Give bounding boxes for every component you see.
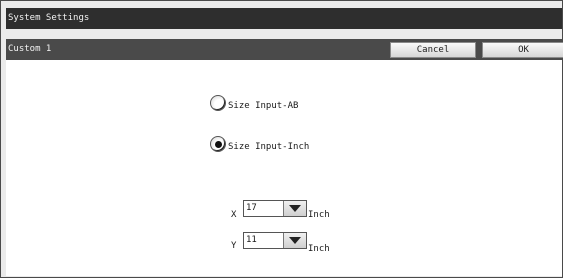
y-value: 11 [246,235,257,245]
chevron-down-icon[interactable] [283,233,306,248]
radio-label-ab: Size Input-AB [228,101,299,111]
x-unit: Inch [308,210,330,220]
window-title: System Settings [6,8,562,29]
x-select[interactable]: 17 [243,200,307,217]
y-select[interactable]: 11 [243,232,307,249]
y-unit: Inch [308,244,330,254]
cancel-button[interactable]: Cancel [390,42,476,58]
settings-panel: System Settings Custom 1 Cancel OK Size … [0,0,563,278]
chevron-down-icon[interactable] [283,201,306,216]
radio-size-input-inch[interactable]: Size Input-Inch [210,136,309,152]
content-area: Size Input-AB Size Input-Inch X 17 Inch … [6,60,562,276]
x-value: 17 [246,203,257,213]
radio-size-input-ab[interactable]: Size Input-AB [210,95,298,111]
radio-icon-unchecked[interactable] [210,95,226,111]
y-label: Y [231,241,237,251]
x-label: X [231,210,237,220]
radio-icon-checked[interactable] [210,136,226,152]
radio-label-inch: Size Input-Inch [228,142,310,152]
ok-button[interactable]: OK [482,42,563,58]
page-title: Custom 1 [6,39,562,60]
